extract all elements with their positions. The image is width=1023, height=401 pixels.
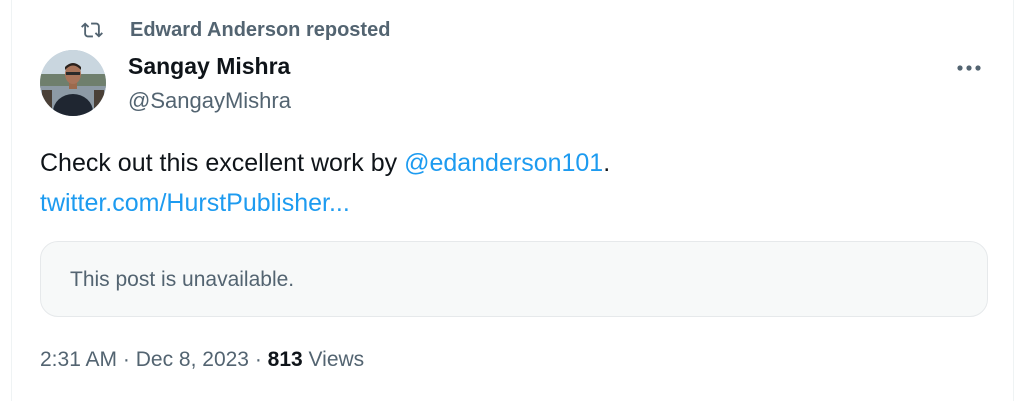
repost-context: Edward Anderson reposted: [81, 15, 390, 45]
repost-label[interactable]: Edward Anderson reposted: [130, 19, 390, 42]
repost-icon: [81, 19, 103, 41]
tweet-text-intro: Check out this excellent work by: [40, 149, 405, 177]
meta-separator: ·: [248, 348, 268, 371]
mention-link[interactable]: @edanderson101: [404, 149, 603, 177]
author-handle[interactable]: @SangayMishra: [128, 88, 291, 114]
tweet-url-link[interactable]: twitter.com/HurstPublisher...: [40, 189, 350, 217]
author-display-name[interactable]: Sangay Mishra: [128, 53, 290, 80]
views-label: Views: [308, 348, 365, 371]
post-date[interactable]: Dec 8, 2023: [136, 348, 249, 371]
meta-separator: ·: [117, 348, 136, 371]
tweet-card[interactable]: Edward Anderson reposted Sangay Mishra @…: [11, 0, 1014, 401]
unavailable-message: This post is unavailable.: [70, 268, 295, 291]
post-time[interactable]: 2:31 AM: [40, 348, 117, 371]
tweet-metadata: 2:31 AM · Dec 8, 2023 · 813 Views: [40, 348, 364, 372]
more-horizontal-icon: [957, 65, 981, 71]
views-count: 813: [267, 348, 303, 371]
avatar[interactable]: [40, 50, 106, 116]
unavailable-post-card: This post is unavailable.: [40, 241, 988, 317]
more-options-button[interactable]: [950, 50, 988, 86]
tweet-text-end: .: [603, 149, 611, 177]
tweet-text: Check out this excellent work by @edande…: [40, 143, 980, 223]
